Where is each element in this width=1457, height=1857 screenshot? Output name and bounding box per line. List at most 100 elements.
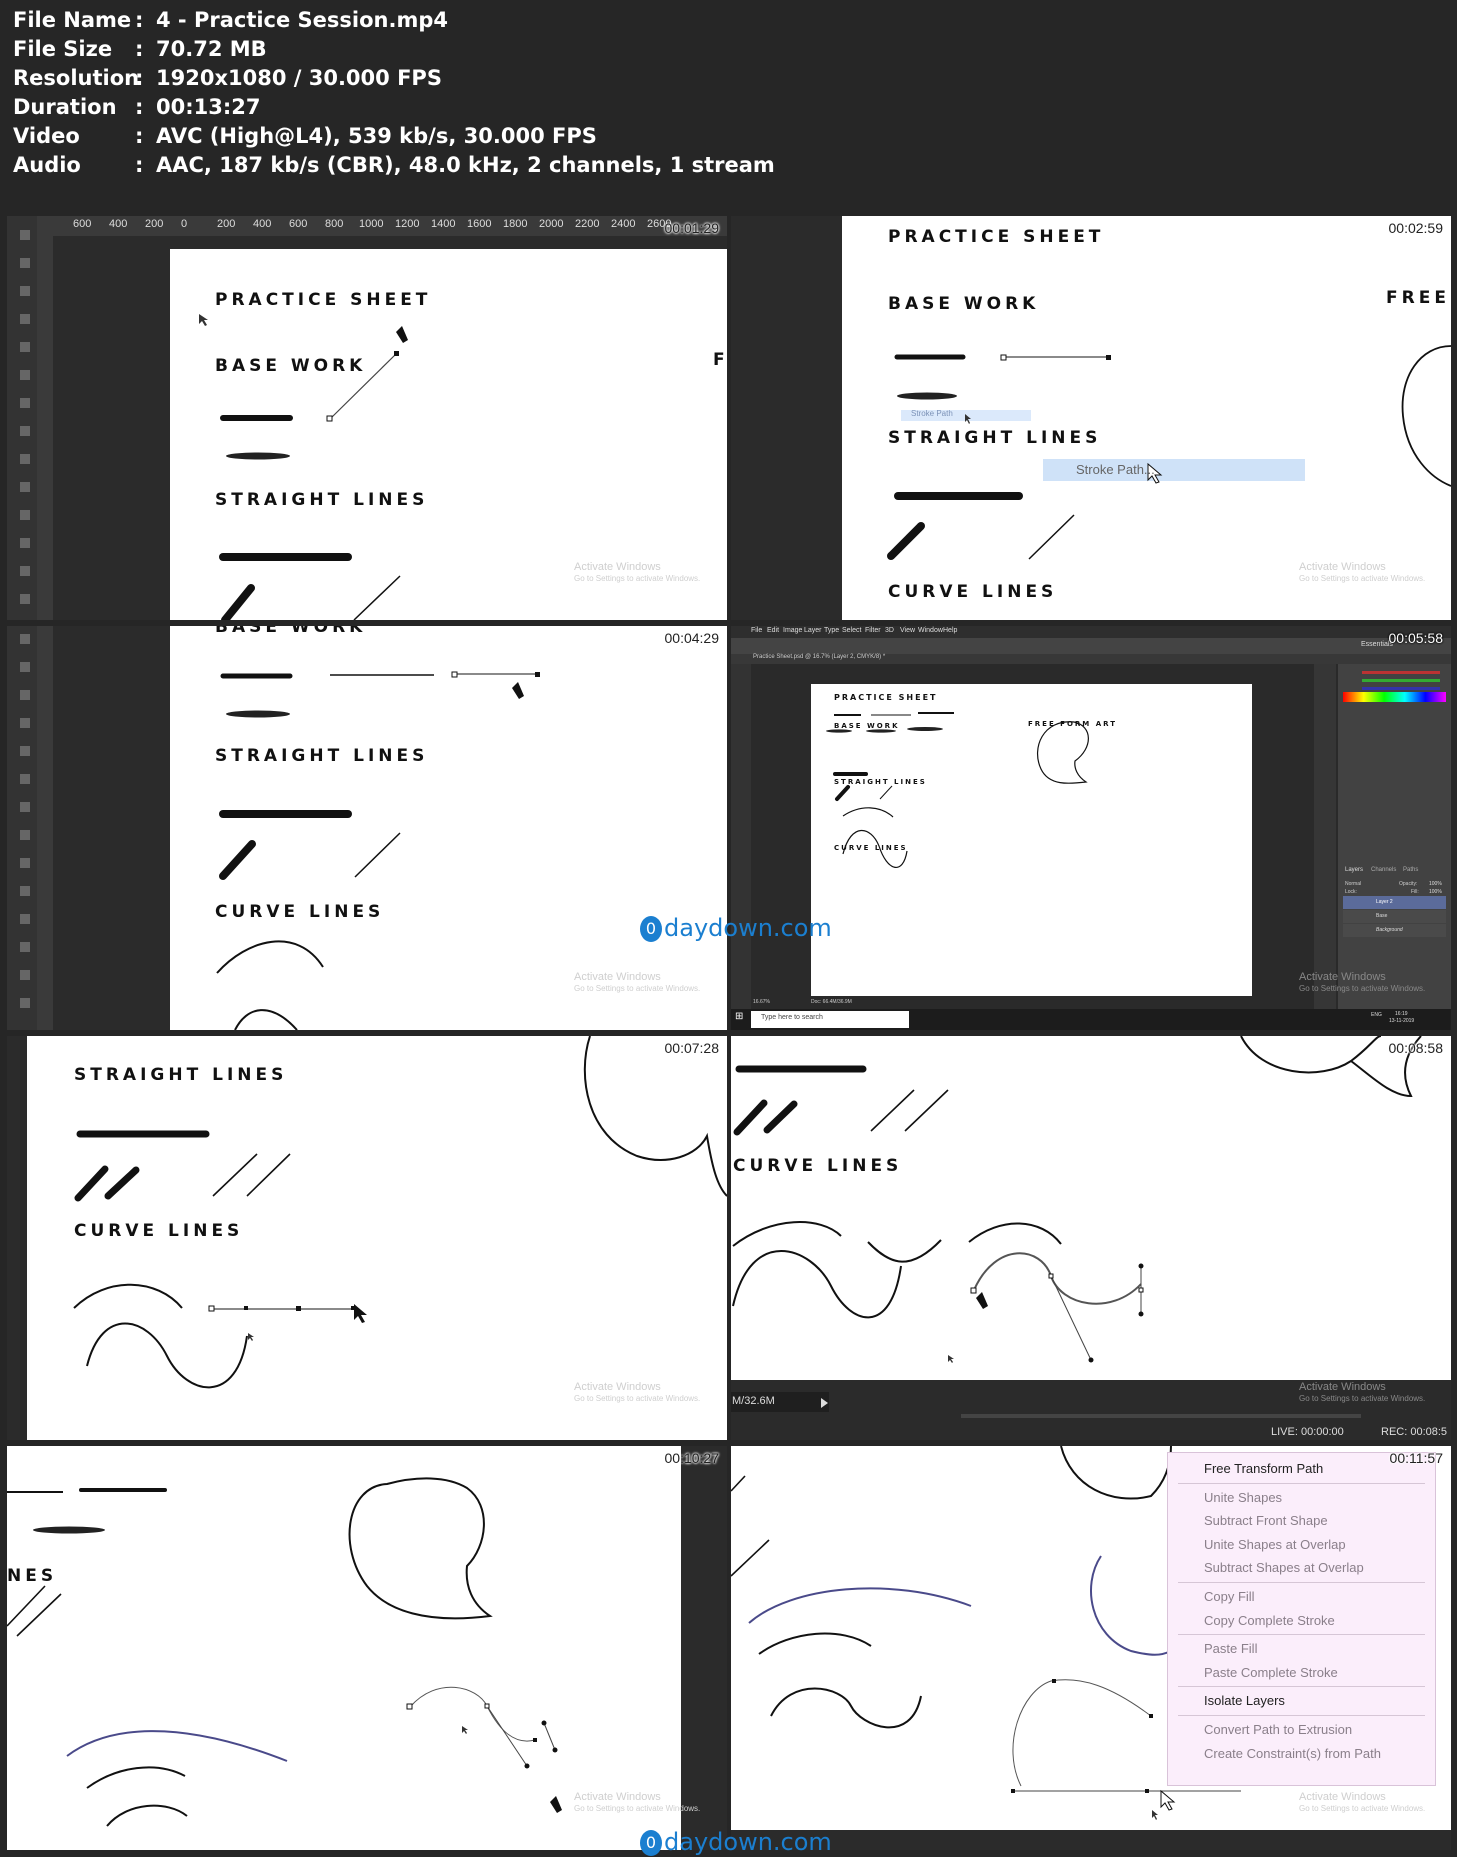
- thumbnail-1[interactable]: 600 400 200 0 200 400 600 800 1000 1200 …: [7, 216, 727, 620]
- heading-straight-lines: STRAIGHT LINES: [888, 428, 1102, 448]
- info-value: 00:13:27: [156, 95, 261, 119]
- menu-item[interactable]: Help: [943, 627, 957, 634]
- zoom-level[interactable]: 16.67%: [753, 999, 770, 1005]
- menu-item-unite-shapes-at-overlap: Unite Shapes at Overlap: [1204, 1536, 1346, 1552]
- blend-mode-select[interactable]: Normal: [1345, 881, 1361, 887]
- heading-base-work: BASE WORK: [888, 294, 1040, 314]
- layers-panel-tabs: Layers Channels Paths: [1343, 867, 1446, 877]
- heading-curve-lines: CURVE LINES: [888, 582, 1058, 602]
- menu-separator: [1178, 1714, 1425, 1716]
- menu-item-isolate-layers[interactable]: Isolate Layers: [1168, 1689, 1435, 1713]
- heading-base-work: BASE WORK: [215, 626, 367, 637]
- timestamp: 00:07:28: [664, 1040, 720, 1056]
- heading-curve-lines: CURVE LINES: [733, 1156, 903, 1176]
- menu-item[interactable]: Filter: [865, 627, 881, 634]
- heading-straight-lines: STRAIGHT LINES: [215, 746, 429, 766]
- ruler-tick: 2400: [611, 218, 636, 230]
- menu-item-copy-complete-stroke: Copy Complete Stroke: [1204, 1612, 1335, 1628]
- menu-item[interactable]: View: [900, 627, 915, 634]
- heading-curve-lines: CURVE LINES: [834, 844, 908, 852]
- menu-item[interactable]: Layer: [804, 627, 822, 634]
- layer-item[interactable]: Base: [1376, 913, 1387, 919]
- stroke-path-menu-item[interactable]: Stroke Path...: [1076, 462, 1155, 477]
- daydown-logo[interactable]: 0 daydown.com: [640, 1828, 832, 1856]
- daydown-logo-text: daydown.com: [664, 1828, 832, 1856]
- photoshop-canvas: [731, 1036, 1451, 1440]
- document-size: Doc: 66.4M/36.9M: [811, 999, 852, 1005]
- thumbnail-2[interactable]: PRACTICE SHEET BASE WORK STRAIGHT LINES …: [731, 216, 1451, 620]
- daydown-logo[interactable]: 0 daydown.com: [640, 914, 832, 942]
- activate-windows-watermark: Activate Windows Go to Settings to activa…: [574, 561, 701, 583]
- taskbar-date: 13-11-2019: [1389, 1018, 1415, 1024]
- activate-windows-watermark: Activate Windows Go to Settings to activa…: [574, 1791, 701, 1813]
- ruler-tick: 200: [145, 218, 164, 230]
- menu-item[interactable]: Select: [842, 627, 861, 634]
- heading-practice-sheet: PRACTICE SHEET: [888, 227, 1105, 247]
- fill-value[interactable]: 100%: [1429, 889, 1442, 895]
- info-separator: :: [135, 124, 144, 148]
- daydown-logo-icon: 0: [640, 1830, 662, 1856]
- menu-item-copy-fill: Copy Fill: [1204, 1588, 1255, 1604]
- photoshop-canvas: [731, 216, 1451, 620]
- menu-item-paste-complete-stroke: Paste Complete Stroke: [1204, 1664, 1338, 1680]
- activate-windows-watermark: Activate Windows Go to Settings to activa…: [1299, 561, 1426, 583]
- info-separator: :: [135, 95, 144, 119]
- menu-item-convert-path-to-extrusion: Convert Path to Extrusion: [1204, 1721, 1353, 1737]
- menu-item[interactable]: Type: [824, 627, 839, 634]
- timestamp: 00:05:58: [1388, 630, 1444, 646]
- thumbnail-5[interactable]: STRAIGHT LINES CURVE LINES Activate Wind…: [7, 1036, 727, 1440]
- thumbnail-3[interactable]: BASE WORK STRAIGHT LINES CURVE LINES Act…: [7, 626, 727, 1030]
- tab-channels[interactable]: Channels: [1371, 867, 1396, 873]
- windows-start-icon[interactable]: ⊞: [735, 1011, 743, 1022]
- fill-label: Fill:: [1411, 889, 1419, 895]
- language-indicator: ENG: [1371, 1012, 1382, 1018]
- heading-curve-lines: CURVE LINES: [215, 902, 385, 922]
- heading-free: FREE: [1386, 288, 1450, 308]
- menu-item-unite-shapes: Unite Shapes: [1204, 1489, 1283, 1505]
- heading-practice-sheet: PRACTICE SHEET: [215, 290, 432, 310]
- activate-windows-watermark: Activate Windows Go to Settings to activa…: [1299, 1381, 1426, 1403]
- menu-item[interactable]: 3D: [885, 627, 894, 634]
- heading-straight-lines: STRAIGHT LINES: [74, 1065, 288, 1085]
- timestamp: 00:01:29: [664, 220, 720, 236]
- info-key: Resolution: [13, 66, 140, 90]
- document-tab[interactable]: Practice Sheet.psd @ 16.7% (Layer 2, CMY…: [753, 654, 885, 660]
- path-context-menu: Free Transform Path Unite Shapes Subtrac…: [1167, 1452, 1436, 1786]
- layer-item[interactable]: Background: [1376, 927, 1403, 933]
- timestamp: 00:10:27: [664, 1450, 720, 1466]
- ruler-tick: 2200: [575, 218, 600, 230]
- heading-free-form-art: FREE FORM ART: [1028, 720, 1117, 728]
- ruler-tick: 600: [73, 218, 92, 230]
- thumbnail-7[interactable]: NES Activate Windows Go to Settings to ac…: [7, 1446, 727, 1850]
- menu-item-create-constraints-from-path: Create Constraint(s) from Path: [1204, 1745, 1382, 1761]
- info-separator: :: [135, 66, 144, 90]
- ruler-tick: 800: [325, 218, 344, 230]
- thumbnail-4[interactable]: File Edit Image Layer Type Select Filter…: [731, 626, 1451, 1030]
- heading-straight-lines-partial: NES: [7, 1566, 58, 1586]
- taskbar-search-input[interactable]: Type here to search: [761, 1014, 823, 1021]
- menu-item[interactable]: Image: [783, 627, 802, 634]
- ruler-tick: 1800: [503, 218, 528, 230]
- menu-separator: [1178, 1482, 1425, 1484]
- menu-item[interactable]: Edit: [767, 627, 779, 634]
- info-key: File Size: [13, 37, 113, 61]
- opacity-value[interactable]: 100%: [1429, 881, 1442, 887]
- tab-paths[interactable]: Paths: [1403, 867, 1418, 873]
- daydown-logo-text: daydown.com: [664, 914, 832, 942]
- heading-free-partial: F: [713, 350, 727, 370]
- ruler-horizontal: 600 400 200 0 200 400 600 800 1000 1200 …: [53, 216, 727, 236]
- stroke-path-menu-item-small[interactable]: Stroke Path: [911, 409, 953, 418]
- ruler-tick: 200: [217, 218, 236, 230]
- ruler-tick: 2000: [539, 218, 564, 230]
- menu-item-subtract-front-shape: Subtract Front Shape: [1204, 1513, 1328, 1529]
- photoshop-canvas: [7, 216, 727, 620]
- layer-item[interactable]: Layer 2: [1376, 899, 1393, 905]
- tab-layers[interactable]: Layers: [1345, 867, 1363, 873]
- thumbnail-8[interactable]: Free Transform Path Unite Shapes Subtrac…: [731, 1446, 1451, 1850]
- thumbnail-6[interactable]: CURVE LINES M/32.6M LIVE: 00:00:00 REC: …: [731, 1036, 1451, 1440]
- menu-separator: [1178, 1634, 1425, 1636]
- lock-label: Lock:: [1345, 889, 1357, 895]
- menu-item[interactable]: Window: [918, 627, 943, 634]
- menu-item[interactable]: File: [751, 627, 762, 634]
- ruler-tick: 600: [289, 218, 308, 230]
